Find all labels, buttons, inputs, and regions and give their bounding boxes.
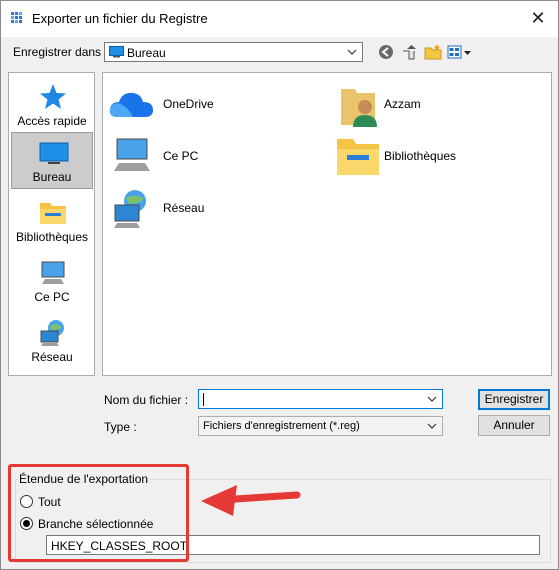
file-list: OneDrive Azzam Ce PC Bibliothèques Résea…	[102, 72, 552, 376]
libraries-icon	[40, 203, 66, 224]
place-label: Réseau	[31, 350, 73, 364]
radio-selected-branch-label[interactable]: Branche sélectionnée	[38, 517, 153, 531]
place-network[interactable]: Réseau	[11, 313, 93, 371]
regedit-icon	[11, 12, 22, 23]
close-button[interactable]: ✕	[524, 5, 552, 31]
export-range-title: Étendue de l'exportation	[18, 472, 150, 486]
view-menu-icon[interactable]	[446, 43, 474, 61]
user-folder-icon	[341, 89, 377, 127]
filetype-select[interactable]: Fichiers d'enregistrement (*.reg)	[198, 416, 443, 436]
places-bar: Accès rapide Bureau Bibliothèques Ce PC	[8, 72, 95, 376]
star-icon	[40, 84, 66, 109]
file-label: OneDrive	[163, 97, 214, 111]
cancel-button[interactable]: Annuler	[478, 415, 550, 436]
file-label: Bibliothèques	[384, 149, 457, 163]
filetype-value: Fichiers d'enregistrement (*.reg)	[203, 420, 360, 432]
export-registry-dialog: Exporter un fichier du Registre ✕ Enregi…	[0, 0, 559, 570]
onedrive-icon	[109, 92, 153, 117]
new-folder-icon[interactable]	[423, 43, 443, 61]
list-item-libraries[interactable]: Bibliothèques	[333, 131, 533, 179]
branch-key-value: HKEY_CLASSES_ROOT	[51, 539, 188, 553]
location-combo[interactable]: Bureau	[104, 42, 363, 62]
place-desktop[interactable]: Bureau	[11, 132, 93, 189]
computer-icon	[114, 138, 150, 171]
list-item-user-folder[interactable]: Azzam	[333, 79, 533, 127]
file-label: Azzam	[384, 97, 421, 111]
radio-all[interactable]	[20, 495, 33, 508]
window-title: Exporter un fichier du Registre	[32, 11, 208, 26]
libraries-icon	[337, 139, 379, 175]
up-folder-icon[interactable]	[400, 43, 420, 61]
filetype-label: Type :	[104, 420, 137, 434]
place-label: Accès rapide	[17, 114, 87, 128]
desktop-icon	[39, 142, 69, 164]
desktop-icon	[109, 46, 124, 58]
place-label: Bibliothèques	[15, 230, 89, 244]
network-icon	[114, 190, 146, 228]
chevron-down-icon	[427, 423, 437, 429]
list-item-this-pc[interactable]: Ce PC	[105, 131, 305, 179]
file-label: Réseau	[163, 201, 205, 215]
save-button[interactable]: Enregistrer	[478, 389, 550, 410]
text-caret	[203, 393, 204, 406]
filename-input[interactable]	[198, 389, 443, 409]
computer-icon	[41, 261, 65, 284]
place-quick-access[interactable]: Accès rapide	[11, 77, 93, 135]
list-item-onedrive[interactable]: OneDrive	[105, 79, 305, 127]
back-icon[interactable]	[376, 43, 396, 61]
place-this-pc[interactable]: Ce PC	[11, 253, 93, 311]
location-value: Bureau	[127, 46, 166, 60]
place-libraries[interactable]: Bibliothèques	[11, 193, 93, 251]
place-label: Ce PC	[34, 290, 70, 304]
list-item-network[interactable]: Réseau	[105, 183, 305, 231]
location-label: Enregistrer dans :	[13, 45, 108, 59]
chevron-down-icon[interactable]	[426, 391, 438, 407]
filename-label: Nom du fichier :	[104, 393, 189, 407]
title-bar: Exporter un fichier du Registre ✕	[1, 1, 558, 37]
chevron-down-icon	[347, 49, 357, 55]
radio-selected-branch[interactable]	[20, 517, 33, 530]
branch-key-input[interactable]: HKEY_CLASSES_ROOT	[46, 535, 540, 555]
radio-all-label[interactable]: Tout	[38, 495, 61, 509]
network-icon	[40, 320, 64, 346]
file-label: Ce PC	[163, 149, 199, 163]
place-label: Bureau	[32, 170, 72, 184]
